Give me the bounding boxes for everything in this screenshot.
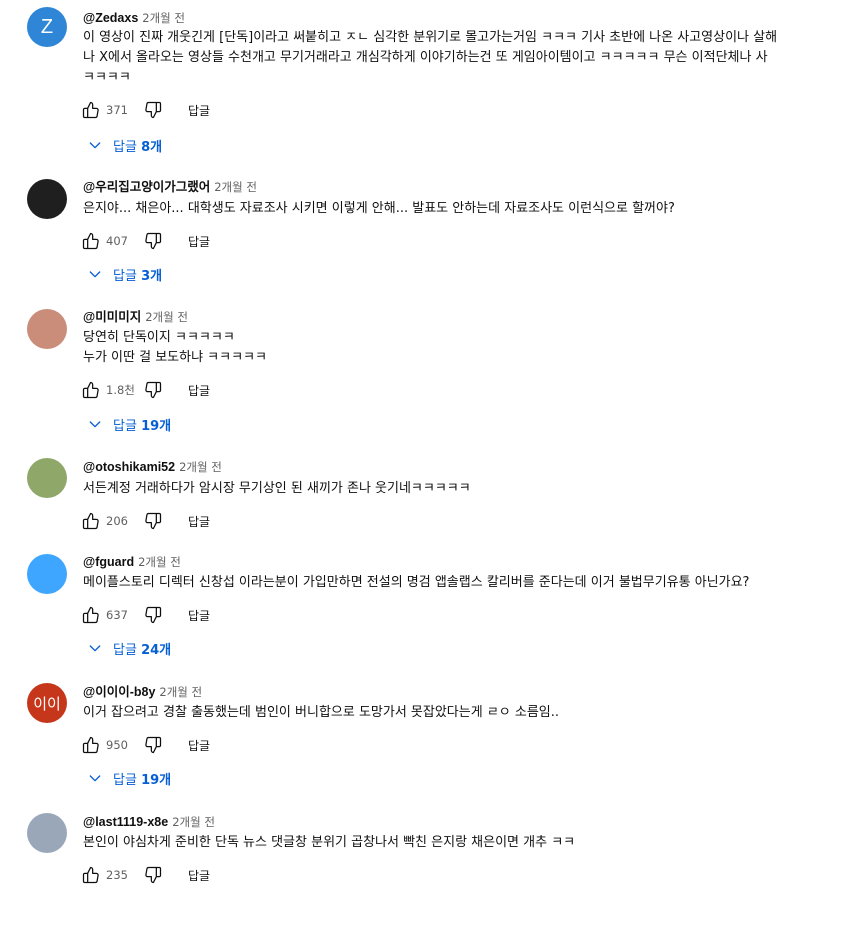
like-count: 950 [106, 738, 128, 752]
like-count: 637 [106, 608, 128, 622]
comment-text: 이거 잡으려고 경찰 출동했는데 범인이 버니합으로 도망가서 못잡았다는게 ㄹ… [83, 705, 560, 720]
comment-text: 은지야... 채은아... 대학생도 자료조사 시키면 이렇게 안해... 발표… [83, 201, 675, 216]
replies-toggle-button[interactable]: 답글 24개 [86, 638, 171, 658]
like-count: 407 [106, 234, 128, 248]
avatar[interactable] [27, 554, 67, 594]
avatar[interactable]: Z [27, 7, 67, 47]
like-count: 1.8천 [106, 383, 135, 397]
comment-header: @미미미지 2개월 전 [83, 310, 188, 324]
comment-actions: 950 답글 [80, 735, 210, 755]
comment-text: ㅋㅋㅋㅋ [83, 70, 131, 85]
thumbs-up-icon[interactable] [80, 510, 102, 532]
replies-count-label: 답글 3개 [113, 268, 163, 284]
reply-button[interactable]: 답글 [188, 737, 210, 754]
comment-actions: 407 답글 [80, 231, 210, 251]
comment-author[interactable]: @우리집고양이가그랬어 [83, 180, 210, 194]
comment-timestamp[interactable]: 2개월 전 [179, 460, 222, 474]
comment-text: 나 X에서 올라오는 영상들 수천개고 무기거래라고 개심각하게 이야기하는건 … [83, 50, 768, 65]
thumbs-up-icon[interactable] [80, 604, 102, 626]
thumbs-down-icon[interactable] [142, 864, 164, 886]
avatar[interactable] [27, 309, 67, 349]
comment-thread: Z @Zedaxs 2개월 전이 영상이 진짜 개웃긴게 [단독]이라고 써붙히고 … [0, 0, 860, 155]
thumbs-down-icon[interactable] [142, 604, 164, 626]
comment-timestamp[interactable]: 2개월 전 [138, 555, 181, 569]
thumbs-up-icon[interactable] [80, 230, 102, 252]
comment-author[interactable]: @fguard [83, 555, 134, 569]
like-count: 206 [106, 514, 128, 528]
comment-actions: 235 답글 [80, 865, 210, 885]
comment-header: @Zedaxs 2개월 전 [83, 11, 185, 25]
replies-count-label: 답글 8개 [113, 139, 163, 155]
thumbs-up-icon[interactable] [80, 734, 102, 756]
replies-toggle-button[interactable]: 답글 3개 [86, 264, 162, 284]
comment-timestamp[interactable]: 2개월 전 [159, 685, 202, 699]
thumbs-down-icon[interactable] [142, 734, 164, 756]
reply-button[interactable]: 답글 [188, 382, 210, 399]
replies-toggle-button[interactable]: 답글 19개 [86, 414, 171, 434]
reply-button[interactable]: 답글 [188, 102, 210, 119]
comment-header: @fguard 2개월 전 [83, 555, 181, 569]
reply-button[interactable]: 답글 [188, 513, 210, 530]
comment-author[interactable]: @last1119-x8e [83, 815, 168, 829]
chevron-down-icon [86, 415, 104, 433]
thumbs-down-icon[interactable] [142, 230, 164, 252]
thumbs-up-icon[interactable] [80, 99, 102, 121]
replies-count-label: 답글 19개 [113, 418, 172, 434]
comment-author[interactable]: @미미미지 [83, 310, 141, 324]
like-count: 371 [106, 103, 128, 117]
chevron-down-icon [86, 639, 104, 657]
comment-timestamp[interactable]: 2개월 전 [142, 11, 185, 25]
comment-actions: 206 답글 [80, 511, 210, 531]
avatar[interactable] [27, 813, 67, 853]
comment-header: @우리집고양이가그랬어 2개월 전 [83, 180, 257, 194]
comment-author[interactable]: @otoshikami52 [83, 460, 175, 474]
thumbs-down-icon[interactable] [142, 379, 164, 401]
thumbs-down-icon[interactable] [142, 510, 164, 532]
comment-thread: 이이 @이이이-b8y 2개월 전이거 잡으려고 경찰 출동했는데 범인이 버니합으… [0, 675, 860, 805]
thumbs-up-icon[interactable] [80, 864, 102, 886]
comment-text: 메이플스토리 디렉터 신창섭 이라는분이 가입만하면 전설의 명검 앱솔랩스 칼… [83, 575, 750, 590]
like-count: 235 [106, 868, 128, 882]
reply-button[interactable]: 답글 [188, 607, 210, 624]
comment-thread: @fguard 2개월 전메이플스토리 디렉터 신창섭 이라는분이 가입만하면 전… [0, 545, 860, 675]
avatar-initials: 이이 [33, 695, 61, 713]
comment-thread: @last1119-x8e 2개월 전본인이 야심차게 준비한 단독 뉴스 댓글창… [0, 805, 860, 935]
avatar[interactable] [27, 179, 67, 219]
comment-text: 누가 이딴 걸 보도하냐 ㅋㅋㅋㅋㅋ [83, 350, 267, 365]
replies-count-label: 답글 24개 [113, 642, 172, 658]
comment-thread: @우리집고양이가그랬어 2개월 전은지야... 채은아... 대학생도 자료조사 … [0, 170, 860, 300]
replies-toggle-button[interactable]: 답글 19개 [86, 768, 171, 788]
chevron-down-icon [86, 136, 104, 154]
comment-actions: 1.8천 답글 [80, 380, 210, 400]
chevron-down-icon [86, 265, 104, 283]
comment-thread: @미미미지 2개월 전당연히 단독이지 ㅋㅋㅋㅋㅋ 누가 이딴 걸 보도하냐 ㅋㅋㅋ… [0, 300, 860, 434]
comment-text: 본인이 야심차게 준비한 단독 뉴스 댓글창 분위기 곱창나서 빡친 은지랑 채… [83, 835, 576, 850]
avatar-initials: Z [40, 15, 54, 38]
comment-actions: 371 답글 [80, 100, 210, 120]
reply-button[interactable]: 답글 [188, 233, 210, 250]
comment-timestamp[interactable]: 2개월 전 [145, 310, 188, 324]
comment-timestamp[interactable]: 2개월 전 [172, 815, 215, 829]
thumbs-up-icon[interactable] [80, 379, 102, 401]
replies-toggle-button[interactable]: 답글 8개 [86, 135, 162, 155]
chevron-down-icon [86, 769, 104, 787]
comment-text: 당연히 단독이지 ㅋㅋㅋㅋㅋ [83, 330, 235, 345]
comment-author[interactable]: @이이이-b8y [83, 685, 155, 699]
comment-header: @이이이-b8y 2개월 전 [83, 685, 202, 699]
replies-count-label: 답글 19개 [113, 772, 172, 788]
comment-timestamp[interactable]: 2개월 전 [214, 180, 257, 194]
avatar[interactable]: 이이 [27, 683, 67, 723]
comment-actions: 637 답글 [80, 605, 210, 625]
comment-text: 이 영상이 진짜 개웃긴게 [단독]이라고 써붙히고 ㅈㄴ 심각한 분위기로 몰… [83, 30, 778, 45]
comment-header: @last1119-x8e 2개월 전 [83, 815, 215, 829]
comment-author[interactable]: @Zedaxs [83, 11, 138, 25]
avatar[interactable] [27, 458, 67, 498]
thumbs-down-icon[interactable] [142, 99, 164, 121]
comment-header: @otoshikami52 2개월 전 [83, 460, 222, 474]
comment-text: 서든계정 거래하다가 암시장 무기상인 된 새끼가 존나 웃기네ㅋㅋㅋㅋㅋ [83, 481, 471, 496]
reply-button[interactable]: 답글 [188, 867, 210, 884]
